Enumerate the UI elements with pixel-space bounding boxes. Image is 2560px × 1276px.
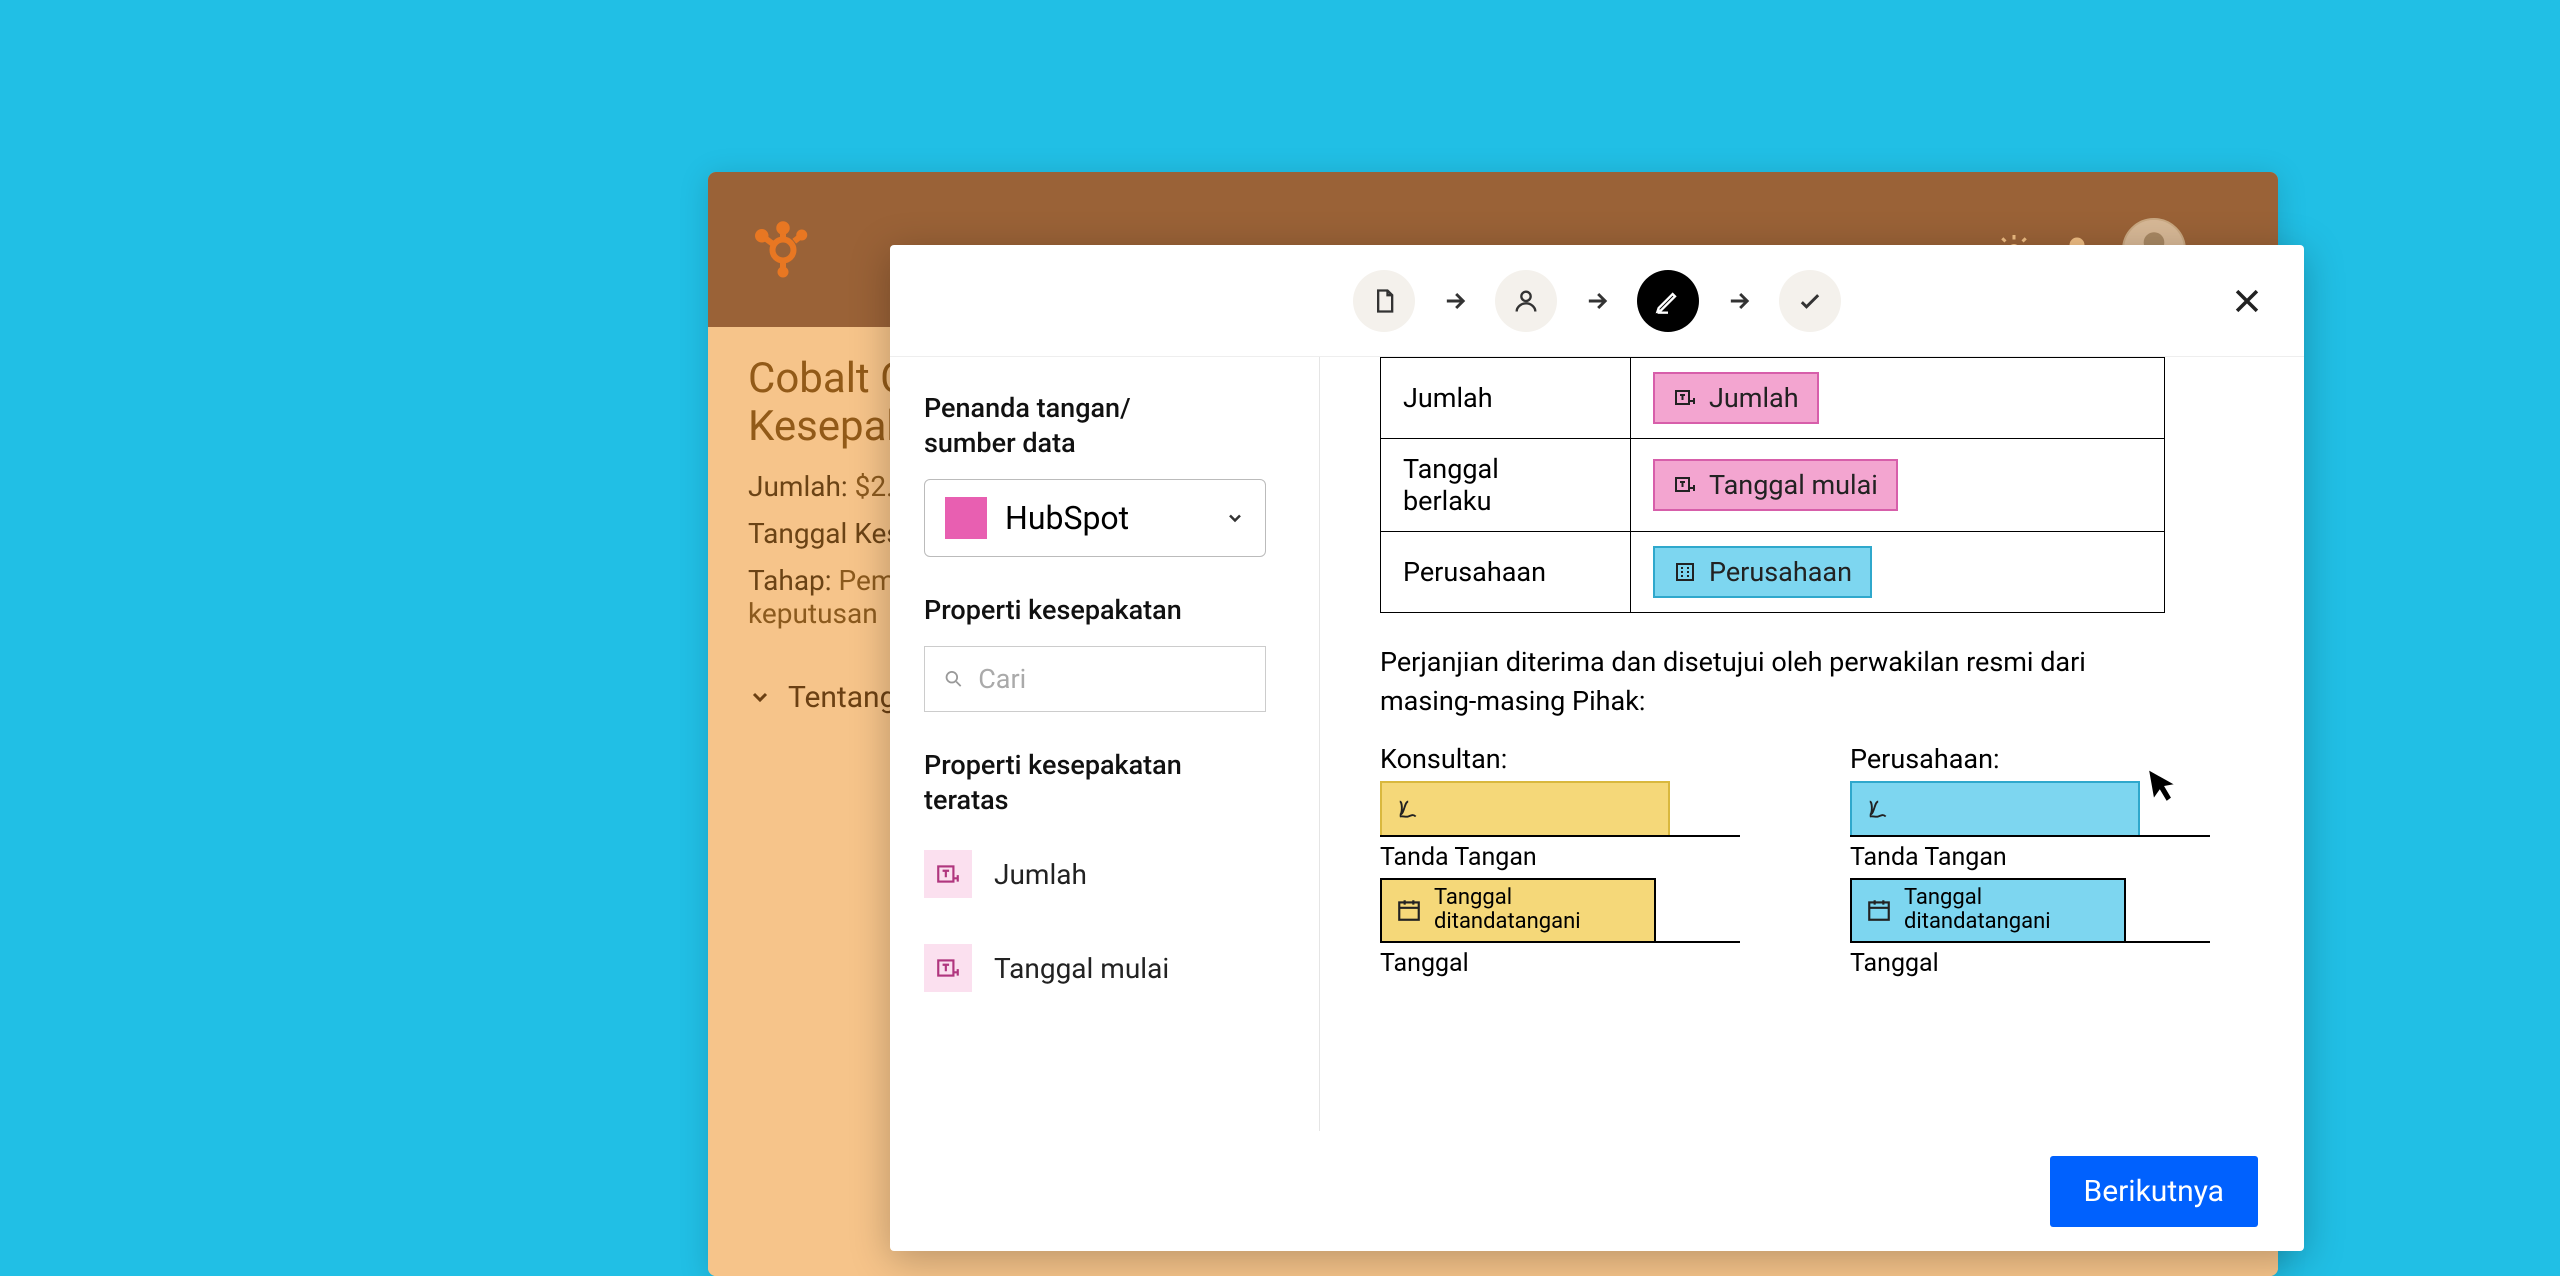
deal-properties-heading: Properti kesepakatan [924,593,1285,628]
signature-label: Tanda Tangan [1380,843,1740,872]
row-label: Jumlah [1381,358,1631,439]
property-label: Jumlah [994,858,1087,891]
next-button[interactable]: Berikutnya [2050,1156,2258,1227]
source-dropdown[interactable]: HubSpot [924,479,1266,557]
table-row: Tanggalberlaku Tanggal mulai [1381,439,2165,532]
company-icon [1673,560,1697,584]
consultant-date-field[interactable]: Tanggalditandatangani [1380,878,1656,942]
consultant-signature-field[interactable] [1380,781,1670,837]
stepper [1353,270,1841,332]
company-signature-block: Perusahaan: Tanda Tangan Tanggalditandat… [1850,743,2210,977]
text-field-icon [1673,473,1697,497]
property-label: Tanggal mulai [994,952,1169,985]
text-field-icon [924,944,972,992]
person-icon [1512,287,1540,315]
source-name: HubSpot [1005,499,1129,537]
search-input[interactable] [978,663,1247,695]
pencil-icon [1654,287,1682,315]
chevron-down-icon [748,685,772,709]
modal-header [890,245,2304,357]
company-date-field[interactable]: Tanggalditandatangani [1850,878,2126,942]
check-icon [1796,287,1824,315]
arrow-icon [1583,287,1611,315]
property-item-amount[interactable]: Jumlah [924,836,1285,912]
close-button[interactable] [2230,284,2264,318]
document-icon [1370,287,1398,315]
field-amount[interactable]: Jumlah [1653,372,1819,424]
row-label: Perusahaan [1381,532,1631,613]
modal-sidebar: Penanda tangan/ sumber data HubSpot Prop… [890,357,1320,1131]
company-label: Perusahaan: [1850,743,2210,775]
field-table: Jumlah Jumlah Tanggalberlaku [1380,357,2165,613]
template-editor-modal: Penanda tangan/ sumber data HubSpot Prop… [890,245,2304,1251]
step-review[interactable] [1779,270,1841,332]
table-row: Jumlah Jumlah [1381,358,2165,439]
date-label: Tanggal [1850,949,2210,978]
consultant-signature-block: Konsultan: Tanda Tangan Tanggalditandata… [1380,743,1740,977]
signature-label: Tanda Tangan [1850,843,2210,872]
calendar-icon [1866,897,1892,923]
accordion-label: Tentang [788,680,896,715]
chevron-down-icon [1225,508,1245,528]
text-field-icon [924,850,972,898]
source-swatch [945,497,987,539]
property-item-start-date[interactable]: Tanggal mulai [924,930,1285,1006]
signature-icon [1866,795,1896,823]
document-canvas: Jumlah Jumlah Tanggalberlaku [1320,357,2304,1131]
field-start-date[interactable]: Tanggal mulai [1653,459,1898,511]
table-row: Perusahaan Perusahaan [1381,532,2165,613]
signer-heading: Penanda tangan/ sumber data [924,391,1285,461]
property-search[interactable] [924,646,1266,712]
top-properties-heading: Properti kesepakatan teratas [924,748,1285,818]
step-document[interactable] [1353,270,1415,332]
calendar-icon [1396,897,1422,923]
date-label: Tanggal [1380,949,1740,978]
modal-footer: Berikutnya [890,1131,2304,1251]
text-field-icon [1673,386,1697,410]
company-signature-field[interactable] [1850,781,2140,837]
arrow-icon [1725,287,1753,315]
row-label: Tanggalberlaku [1381,439,1631,532]
consultant-label: Konsultan: [1380,743,1740,775]
signature-icon [1396,795,1426,823]
hubspot-logo-icon [748,220,808,280]
search-icon [943,667,964,691]
close-icon [2230,284,2264,318]
field-company[interactable]: Perusahaan [1653,546,1872,598]
arrow-icon [1441,287,1469,315]
agreement-text: Perjanjian diterima dan disetujui oleh p… [1380,643,2180,721]
step-signer[interactable] [1495,270,1557,332]
step-edit[interactable] [1637,270,1699,332]
